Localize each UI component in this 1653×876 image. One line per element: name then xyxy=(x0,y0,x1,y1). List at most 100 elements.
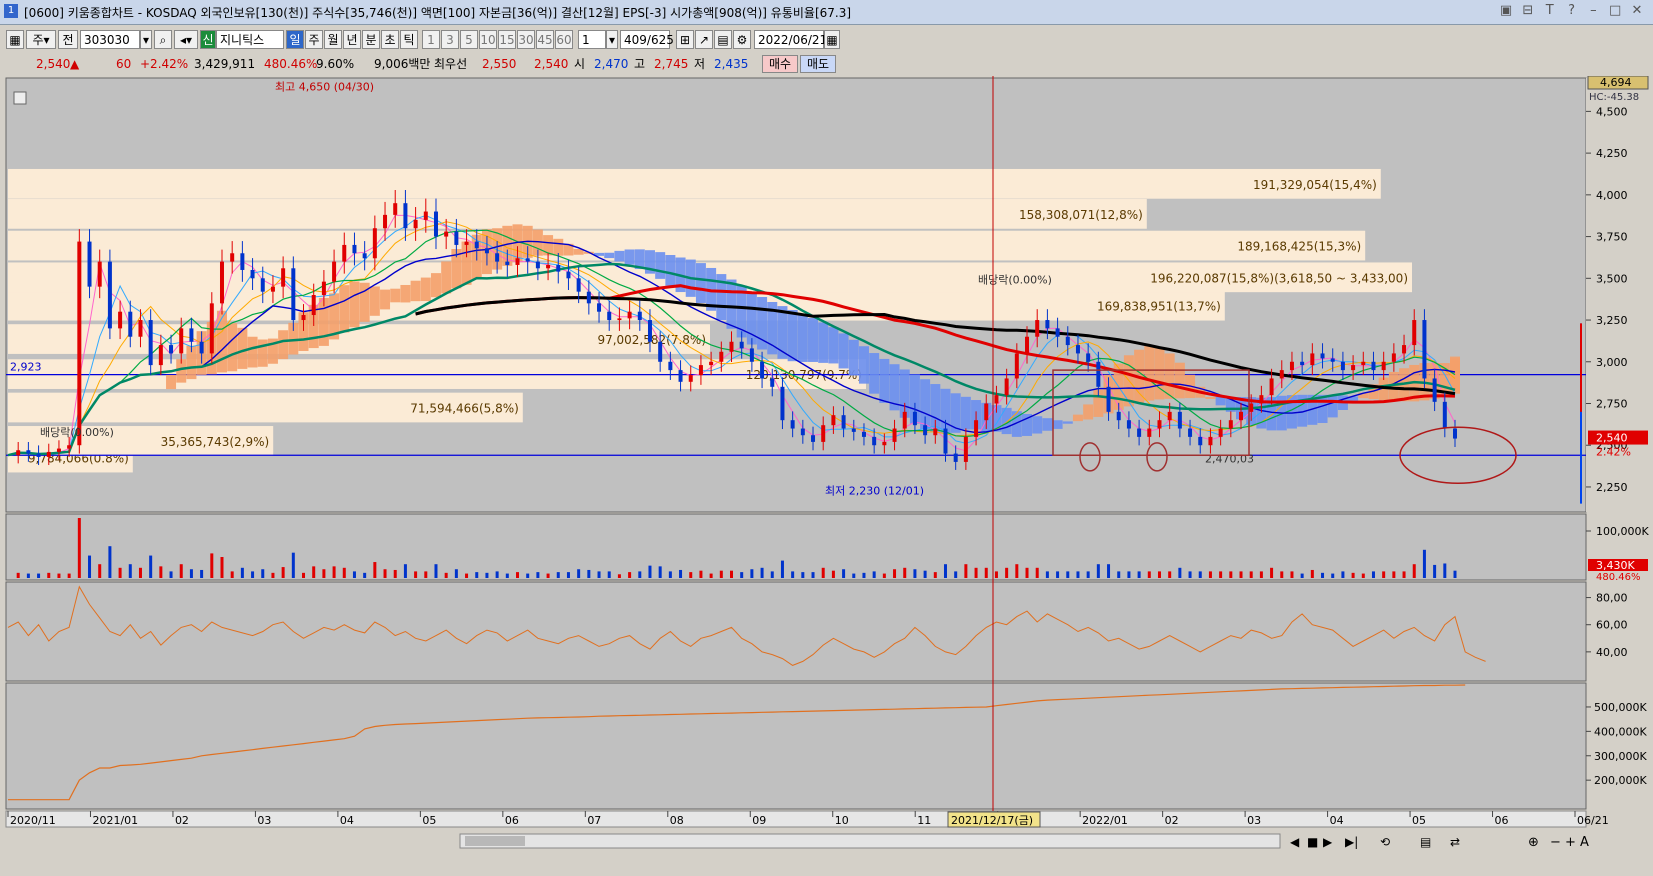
candle-body xyxy=(321,281,326,295)
interval-5-button[interactable]: 5 xyxy=(460,30,478,49)
scroll-next-icon[interactable]: ▶ xyxy=(1323,835,1333,849)
candle-body xyxy=(1004,378,1009,396)
period-tick-button[interactable]: 틱 xyxy=(400,30,418,49)
scrollbar-track[interactable] xyxy=(459,833,1281,849)
candle-body xyxy=(688,375,693,382)
sell-button[interactable]: 매도 xyxy=(800,55,836,73)
volume-bar xyxy=(1422,549,1426,578)
zoom-plus-icon[interactable]: + xyxy=(1565,835,1576,850)
minimize-icon[interactable]: – xyxy=(1585,3,1601,18)
cloud-segment xyxy=(624,249,635,265)
period-second-button[interactable]: 초 xyxy=(381,30,399,49)
price-change: 60 xyxy=(116,57,132,71)
price-axis-tick-label: 3,750 xyxy=(1596,231,1628,244)
candle-body xyxy=(760,361,765,379)
cloud-segment xyxy=(808,317,819,362)
close-icon[interactable]: ✕ xyxy=(1629,3,1645,18)
candle-body xyxy=(56,448,61,452)
interval-60-button[interactable]: 60 xyxy=(555,30,573,49)
candle-body xyxy=(138,320,143,337)
stock-code-input[interactable]: 303030 xyxy=(80,30,140,49)
interval-10-button[interactable]: 10 xyxy=(479,30,497,49)
date-axis-label: 06/21 xyxy=(1577,814,1609,827)
calendar-icon[interactable]: ▦ xyxy=(824,30,840,49)
period-select[interactable]: 주▾ xyxy=(26,30,56,49)
date-axis-label: 04 xyxy=(340,814,354,827)
volume-bar xyxy=(1005,567,1009,578)
interval-45-button[interactable]: 45 xyxy=(536,30,554,49)
zoom-reset-icon[interactable]: ⟲ xyxy=(1380,835,1390,849)
candle-body xyxy=(719,351,724,362)
chart-canvas[interactable]: 9,784,066(0.8%)35,365,743(2,9%)71,594,46… xyxy=(0,75,1653,873)
date-axis-label: 04 xyxy=(1330,814,1344,827)
current-price-label: 2,540 xyxy=(1596,432,1628,445)
interval-30-button[interactable]: 30 xyxy=(517,30,535,49)
font-size-icon[interactable]: A xyxy=(1580,835,1589,850)
candle-body xyxy=(790,420,795,429)
volume-bar xyxy=(1219,571,1223,578)
restore-icon[interactable]: ▣ xyxy=(1498,3,1514,18)
period-select-value: 주 xyxy=(32,33,44,47)
scrollbar-thumb[interactable] xyxy=(465,836,525,846)
cloud-segment xyxy=(1052,420,1063,429)
pin-icon[interactable]: ⊟ xyxy=(1520,3,1536,18)
chart-menu-icon[interactable]: ▦ xyxy=(6,30,24,49)
count-input[interactable]: 1 xyxy=(578,30,606,49)
search-icon[interactable]: ⌕ xyxy=(154,30,172,49)
code-dropdown-icon[interactable]: ▾ xyxy=(140,30,152,49)
candle-body xyxy=(1086,353,1091,362)
volume-bar xyxy=(169,571,173,578)
cumulative-axis-tick-label: 500,000K xyxy=(1594,701,1647,714)
zoom-in-icon[interactable]: ⊕ xyxy=(1528,835,1539,850)
interval-3-button[interactable]: 3 xyxy=(441,30,459,49)
cursor-date-label: 2021/12/17(금) xyxy=(951,814,1033,827)
period-day-button[interactable]: 일 xyxy=(286,30,304,49)
scroll-end-icon[interactable]: ▶| xyxy=(1345,835,1358,849)
candle-body xyxy=(1188,428,1193,437)
period-week-button[interactable]: 주 xyxy=(305,30,323,49)
candle-body xyxy=(1167,411,1172,421)
volume-bar xyxy=(403,564,407,578)
period-minute-button[interactable]: 분 xyxy=(362,30,380,49)
volume-bar xyxy=(454,569,458,578)
price-axis-tick-label: 3,250 xyxy=(1596,314,1628,327)
interval-15-button[interactable]: 15 xyxy=(498,30,516,49)
line-tool-icon[interactable]: ↗ xyxy=(695,30,713,49)
date-input[interactable]: 2022/06/21 xyxy=(754,30,827,49)
period-month-button[interactable]: 월 xyxy=(324,30,342,49)
candle-body xyxy=(851,428,856,432)
help-icon[interactable]: ? xyxy=(1564,3,1580,18)
volume-bar xyxy=(16,572,20,578)
cloud-segment xyxy=(278,330,289,360)
save-icon[interactable]: ▤ xyxy=(714,30,732,49)
volume-bar xyxy=(943,564,947,578)
volume-bar xyxy=(689,572,693,578)
font-icon[interactable]: T xyxy=(1542,3,1558,18)
candle-body xyxy=(484,248,489,254)
grid-icon[interactable]: ⊞ xyxy=(676,30,694,49)
prev-button[interactable]: 전 xyxy=(58,30,78,49)
cumulative-pane xyxy=(5,682,1587,810)
candle-body xyxy=(372,228,377,259)
current-price: 2,540 xyxy=(36,57,71,71)
candle-body xyxy=(107,261,112,329)
high-price: 2,745 xyxy=(654,57,689,71)
buy-button[interactable]: 매수 xyxy=(762,55,798,73)
maximize-icon[interactable]: □ xyxy=(1607,3,1623,18)
zoom-minus-icon[interactable]: − xyxy=(1550,835,1561,850)
date-axis-label: 07 xyxy=(587,814,601,827)
window-controls: ▣ ⊟ T ? – □ ✕ xyxy=(1496,3,1645,18)
period-year-button[interactable]: 년 xyxy=(343,30,361,49)
candle-body xyxy=(586,291,591,304)
chart-type-icon[interactable]: ▤ xyxy=(1420,835,1431,849)
volume-bar xyxy=(1331,573,1335,578)
scroll-prev-icon[interactable]: ◀ xyxy=(1290,835,1300,849)
interval-1-button[interactable]: 1 xyxy=(422,30,440,49)
candle-body xyxy=(291,268,296,321)
compare-icon[interactable]: ⇄ xyxy=(1450,835,1460,849)
settings-icon[interactable]: ⚙ xyxy=(733,30,751,49)
stop-icon[interactable]: ■ xyxy=(1307,835,1318,849)
sound-icon[interactable]: ◂▾ xyxy=(174,30,198,49)
count-dropdown-icon[interactable]: ▾ xyxy=(606,30,618,49)
chart-area[interactable]: 9,784,066(0.8%) 35,365,743(2,9%) 71,594,46… xyxy=(0,75,1653,873)
